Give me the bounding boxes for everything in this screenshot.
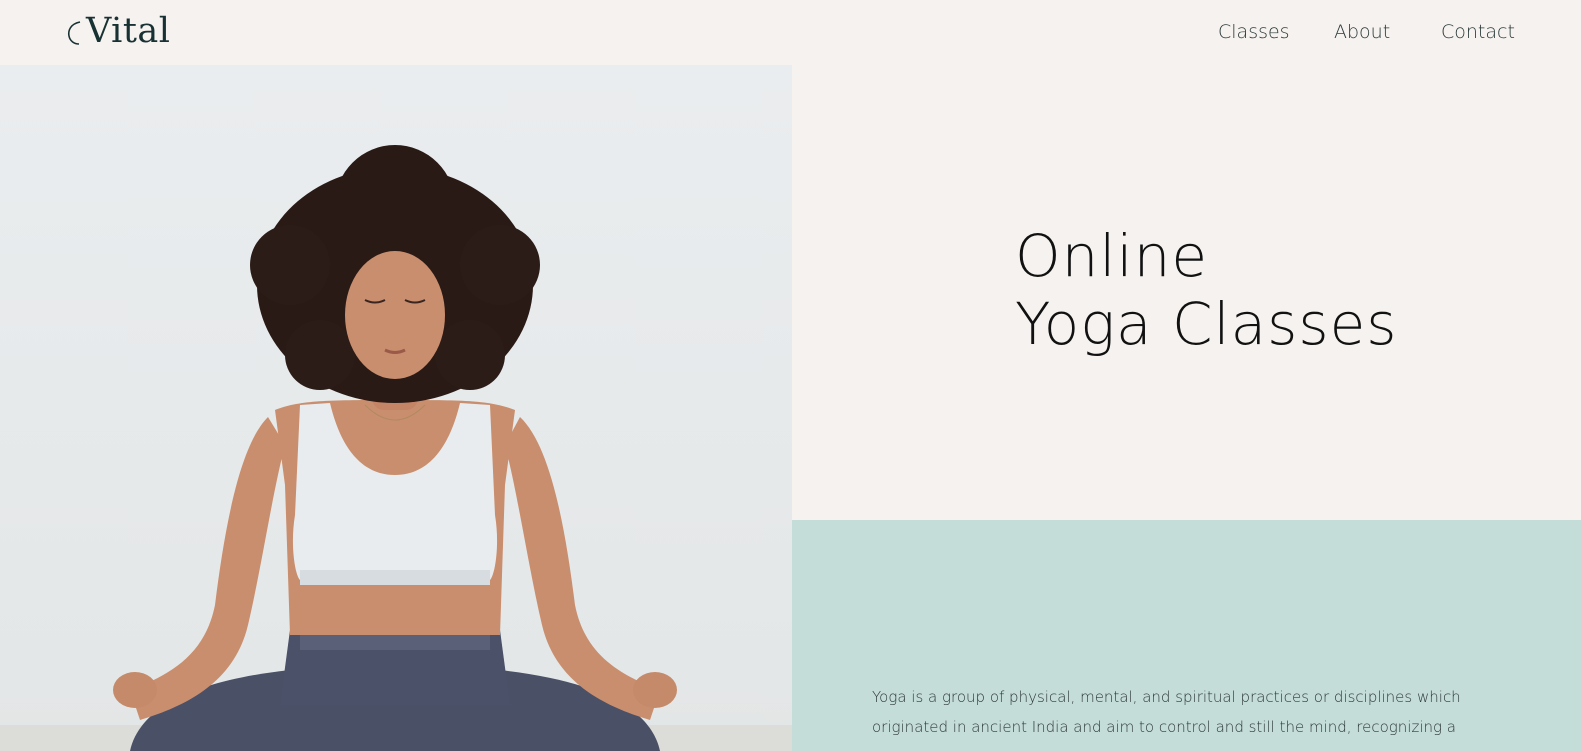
hero-photo	[0, 65, 792, 751]
hero-title: Online Yoga Classes	[1015, 222, 1398, 358]
site-header: Vital Classes About Contact	[0, 0, 1581, 65]
intro-description: Yoga is a group of physical, mental, and…	[872, 688, 1461, 736]
logo[interactable]: Vital	[64, 6, 170, 56]
hero-title-line-2: Yoga Classes	[1015, 290, 1398, 358]
moon-logo-icon	[67, 21, 81, 45]
hero-title-line-1: Online	[1015, 222, 1209, 290]
logo-text: Vital	[86, 11, 171, 51]
nav-link-contact[interactable]: Contact	[1441, 17, 1515, 47]
nav-link-classes[interactable]: Classes	[1218, 17, 1290, 47]
meditating-woman-illustration	[0, 145, 792, 751]
nav-link-about[interactable]: About	[1334, 17, 1390, 47]
